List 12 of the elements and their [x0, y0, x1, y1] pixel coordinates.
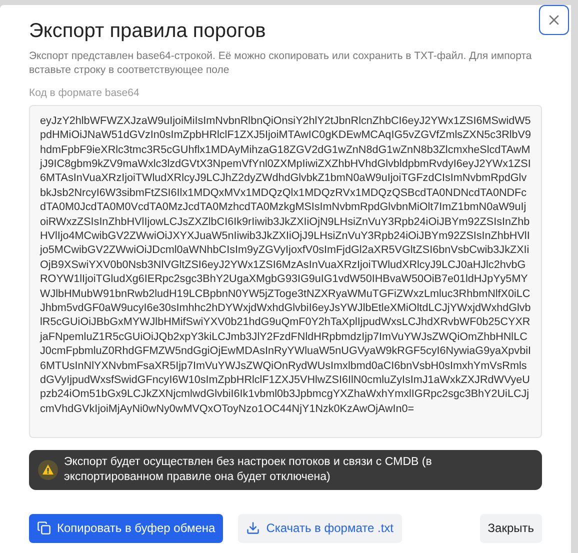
base64-code-field[interactable]: eyJzY2hlbWFWZXJzaW9uIjoiMiIsImNvbnRlbnQiOnsiY2hlY2tJbnRlcnZhbCI6eyJ2YWx1ZSI6MSwidW5pdHMiOiJNaW51dGVzIn0sImZpbHRlclF1ZXJ5IjoiMTAwIC0gKDEwMCAqIG5vZGVfZmlsZXN5c3RlbV9hdmFpbF9ieXRlc3tmc3R5cGUhflx1MDAyMihzaG18ZGV2dG1wZnN8dG1wZnN8b3ZlcmxheSlcdTAwMjJ9IC8gbm9kZV9maWxlc3lzdGVtX3NpemVfYnl0ZXMpIiwiZXZhbHVhdGlvbldpbmRvdyI6eyJ2YWx1ZSI6MTAsInVuaXRzIjoiTWludXRlcyJ9LCJhZ2dyZWdhdGlvbkZ1bmN0aW9uIjoiTGFzdCIsImNvbmRpdGlvbkJsb2NrcyI6W3sibmFtZSI6Ilx1MDQxMVx1MDQzQlx1MDQzRVx1MDQzQSBcdTA0NDNcdTA0NDFcdTA0M0JcdTA0M0VcdTA0MzJcdTA0MzhcdTA0MzkgMSIsImNvbmRpdGlvbnMiOlt7ImZ1bmN0aW9uIjoiRWxzZSIsInZhbHVlIjowLCJsZXZlbCI6Ik9rIiwib3JkZXIiOjN9LHsiZnVuY3Rpb24iOiJBYm92ZSIsInZhbHVlIjo4MCwibGV2ZWwiOiJXYXJuaW5nIiwib3JkZXIiOjJ9LHsiZnVuY3Rpb24iOiJBYm92ZSIsInZhbHVlIjo5MCwibGV2ZWwiOiJDcml0aWNhbCIsIm9yZGVyIjoxfV0sImFjdGl2aXR5VGltZSI6bnVsbCwib3JkZXIiOjB9XSwiYXV0b0Nsb3NlVGltZSI6eyJ2YWx1ZSI6MzAsInVuaXRzIjoiTWludXRlcyJ9LCJ0aHJlc2hvbGROYW1lIjoiTGludXg6IERpc2sgc3BhY2UgaXMgbG93IG9uIG1vdW50IHBvaW50OiB7e01ldHJpYy5MYWJlbHMubW91bnRwb2ludH19LCBpbnN0YW5jZToge3tNZXRyaWMuTGFiZWxzLmluc3RhbmNlfX0iLCJhbm5vdGF0aW9ucyI6e30sImhhc2hDYWxjdWxhdGlvbiI6eyJsYWJlbEtleXMiOltdLCJjYWxjdWxhdGlvblR5cGUiOiJBbGxMYWJlbHMifSwiYXV0b21hdG9uQmF0Y2hTaXplIjpudWxsLCJhdXRvbWF0b25CYXRjaFNpemluZ1R5cGUiOiJQb2xpY3kiLCJmb3JlY2FzdFNldHRpbmdzIjp7ImVuYWJsZWQiOmZhbHNlLCJ0cmFpbmluZ0RhdGFMZW5ndGgiOjEwMDAsInRyYWluaW5nUGVyaW9kRGF5cyI6NywiaG9yaXpvbiI6MTUsInNlYXNvbmFsaXR5Ijp7ImVuYWJsZWQiOnRydWUsImxlbmd0aCI6bnVsbH0sImxhYmVsRmlsdGVyIjpudWxsfSwidGFncyI6W10sImZpbHRlclF1ZXJ5VHlwZSI6IlN0cmluZyIsImJ1aWxkZXJRdWVyeUpzb24iOm51bGx9LCJkZXNjcmlwdGlvbiI6Ik1vbml0b3JpbmcgYXZhaWxhYmxlIGRpc2sgc3BhY2UiLCJjcmVhdGVkIjoiMjAyNi0wNy0wMVQxOToyNzo1OC44NjY1Nzk0KzAwOjAwIn0= [29, 104, 542, 438]
download-icon [246, 521, 260, 536]
dialog-description: Экспорт представлен base64-строкой. Её можно скопировать или сохранить в TXT-файл. Для импорта вставьте строку в соответствующее поле [29, 49, 533, 77]
dialog-title: Экспорт правила порогов [29, 19, 267, 44]
copy-button[interactable]: Копировать в буфер обмена [29, 514, 224, 543]
download-button[interactable]: Скачать в формате .txt [238, 514, 402, 543]
close-dialog-button[interactable]: Закрыть [480, 514, 542, 543]
copy-icon [37, 521, 51, 536]
warning-icon [38, 460, 58, 480]
warning-text: Экспорт будет осуществлен без настроек потоков и связи с CMDB (в экспортированном правиле она будет отключена) [64, 454, 433, 485]
close-button[interactable] [539, 5, 569, 35]
field-label: Код в формате base64 [29, 86, 140, 101]
